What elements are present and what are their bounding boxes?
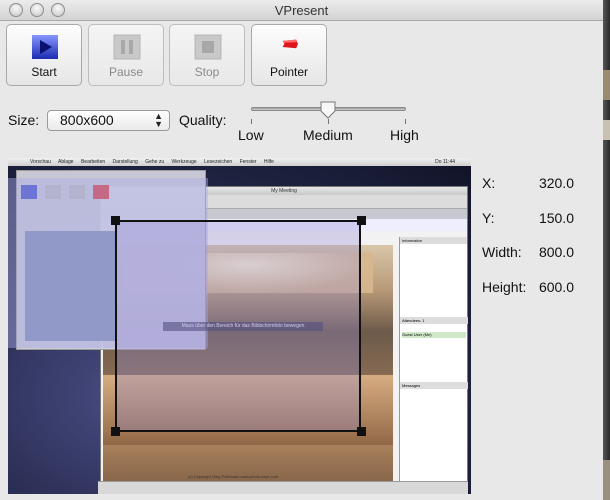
preview-menu-item: Lesezeichen <box>204 159 233 165</box>
y-value: 150.0 <box>538 210 574 226</box>
pointer-icon <box>282 39 298 49</box>
preview-footer <box>98 481 468 494</box>
x-value: 320.0 <box>538 175 574 191</box>
stop-icon <box>194 34 222 60</box>
width-value: 800.0 <box>538 244 574 260</box>
quality-tick-medium <box>328 119 329 124</box>
width-label: Width: <box>482 244 522 260</box>
edge-highlight <box>603 460 610 500</box>
play-icon <box>32 35 58 59</box>
stop-label: Stop <box>194 65 220 79</box>
quality-option-medium: Medium <box>303 127 353 143</box>
quality-label: Quality: <box>179 112 227 128</box>
capture-settings: Size: 800x600 ▲ ▼ Quality: Low Medium Hig… <box>0 97 603 149</box>
pointer-button[interactable]: Pointer <box>251 24 327 86</box>
preview-menu-item: Fenster <box>239 159 257 165</box>
preview-menu-item: Vorschau <box>30 159 51 165</box>
pause-button[interactable]: Pause <box>88 24 164 86</box>
size-label: Size: <box>8 112 40 128</box>
quality-option-high: High <box>390 127 419 143</box>
vpresent-window: VPresent Start Pause Stop Pointer Size: … <box>0 0 603 500</box>
size-select[interactable]: 800x600 ▲ ▼ <box>47 110 170 131</box>
preview-clock: Do 11:44 <box>435 159 455 165</box>
preview-menu-item: Ablage <box>57 159 74 165</box>
preview-menu-item: Darstellung <box>112 159 138 165</box>
preview-menu-item: Werkzeuge <box>171 159 197 165</box>
selection-handle-top-left[interactable] <box>111 216 120 225</box>
y-label: Y: <box>482 210 495 226</box>
capture-preview[interactable]: Vorschau Ablage Bearbeiten Darstellung G… <box>8 158 471 494</box>
start-label: Start <box>31 65 57 79</box>
pause-icon <box>113 34 141 60</box>
height-label: Height: <box>482 279 527 295</box>
size-select-value: 800x600 <box>60 112 114 128</box>
selection-handle-bottom-left[interactable] <box>111 427 120 436</box>
pause-label: Pause <box>108 65 144 79</box>
preview-side-panel: Information Attendees: 1 Guest User (Me)… <box>399 237 468 487</box>
edge-highlight <box>603 120 610 140</box>
preview-attendee: Guest User (Me) <box>402 332 466 338</box>
window-title: VPresent <box>274 3 329 18</box>
preview-panel-messages: Messages <box>400 382 468 389</box>
preview-panel-information: Information <box>400 237 467 244</box>
toolbar: Start Pause Stop Pointer <box>0 21 603 93</box>
height-value: 600.0 <box>538 279 574 295</box>
capture-selection-rectangle[interactable] <box>115 220 361 432</box>
stop-button[interactable]: Stop <box>169 24 245 86</box>
preview-panel-attendees: Attendees: 1 <box>400 317 468 324</box>
preview-menubar: Vorschau Ablage Bearbeiten Darstellung G… <box>8 158 471 166</box>
quality-option-low: Low <box>238 127 264 143</box>
quality-tick-low <box>251 119 252 124</box>
selection-handle-bottom-right[interactable] <box>357 427 366 436</box>
quality-slider-knob[interactable] <box>320 101 336 119</box>
x-label: X: <box>482 175 496 191</box>
preview-menu-item: Bearbeiten <box>80 159 106 165</box>
preview-menu-item: Gehe zu <box>145 159 165 165</box>
titlebar[interactable]: VPresent <box>0 0 603 21</box>
edge-highlight <box>603 70 610 100</box>
quality-tick-high <box>405 119 406 124</box>
preview-copyright: (c) Copyright Oleg Prikhodko www.photo.o… <box>188 474 279 479</box>
preview-menu-item: Hilfe <box>263 159 274 165</box>
background-desktop-edge <box>603 0 610 500</box>
updown-arrows-icon: ▲ ▼ <box>154 111 163 129</box>
pointer-label: Pointer <box>269 65 309 79</box>
selection-handle-top-right[interactable] <box>357 216 366 225</box>
start-button[interactable]: Start <box>6 24 82 86</box>
